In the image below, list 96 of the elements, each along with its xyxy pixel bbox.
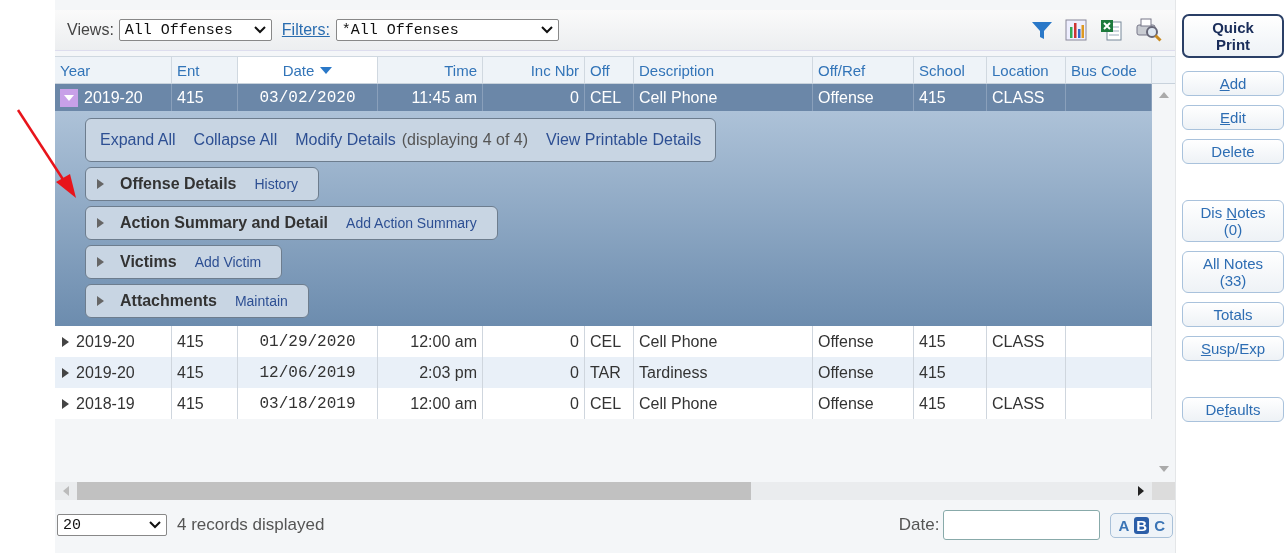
table-cell: Offense — [818, 363, 874, 382]
table-cell: 2018-19 — [76, 394, 135, 413]
date-label: Date: — [898, 515, 940, 535]
table-cell: 415 — [919, 88, 946, 107]
side-button[interactable]: Dis Notes (0) — [1182, 200, 1284, 242]
table-cell: 415 — [177, 88, 204, 107]
table-cell: Cell Phone — [639, 394, 718, 413]
table-cell: 0 — [570, 394, 579, 413]
table-cell: Offense — [818, 332, 874, 351]
page-size-dropdown[interactable]: 20 — [57, 514, 167, 536]
table-cell: 11:45 am — [411, 88, 477, 107]
chevron-down-icon — [540, 26, 553, 34]
side-button[interactable]: Add — [1182, 71, 1284, 96]
table-cell: 0 — [570, 88, 579, 107]
expand-icon — [96, 178, 106, 190]
table-cell: 03/02/2020 — [259, 88, 356, 107]
table-cell: CLASS — [992, 394, 1045, 413]
scroll-right-icon[interactable] — [1138, 486, 1144, 496]
expand-icon — [96, 256, 106, 268]
expand-icon[interactable] — [60, 397, 70, 410]
details-link[interactable]: Modify Details — [295, 131, 396, 149]
filter-icon[interactable] — [1031, 19, 1053, 41]
table-row[interactable]: 2019-20 415 03/02/2020 11:45 am 0 CEL Cell Phone Offense 415 CLASS — [55, 84, 1152, 111]
section-action-link[interactable]: History — [254, 176, 299, 192]
details-link[interactable]: Expand All — [100, 131, 176, 149]
date-field[interactable] — [943, 510, 1101, 540]
expand-icon — [96, 295, 106, 307]
table-cell: Offense — [818, 394, 874, 413]
table-cell: 415 — [919, 394, 946, 413]
table-cell: CLASS — [992, 88, 1045, 107]
table-cell: CEL — [590, 88, 622, 107]
table-cell: 0 — [570, 363, 579, 382]
expand-icon — [96, 217, 106, 229]
table-row[interactable]: 2019-20 415 01/29/2020 12:00 am 0 CEL Cell Phone Offense 415 CLASS — [55, 326, 1152, 357]
views-dropdown[interactable]: All Offenses — [118, 19, 272, 41]
print-preview-icon[interactable] — [1135, 17, 1163, 43]
table-cell: Offense — [818, 88, 874, 107]
table-cell: CLASS — [992, 332, 1045, 351]
filters-dropdown[interactable]: *All Offenses — [335, 19, 559, 41]
details-section[interactable]: Victims Add Victim — [85, 245, 283, 279]
table-cell: 415 — [177, 332, 204, 351]
table-cell: 12:00 am — [410, 394, 477, 413]
chevron-down-icon — [149, 521, 161, 529]
views-label: Views: — [67, 21, 114, 39]
side-button[interactable]: Defaults — [1182, 397, 1284, 422]
scrollbar-thumb[interactable] — [77, 482, 751, 500]
details-section[interactable]: Offense Details History — [85, 167, 320, 201]
horizontal-scrollbar[interactable] — [55, 482, 1152, 500]
section-action-link[interactable]: Add Victim — [194, 254, 262, 270]
details-section[interactable]: Attachments Maintain — [85, 284, 309, 318]
table-cell: 415 — [919, 332, 946, 351]
table-cell: 01/29/2020 — [259, 332, 356, 351]
table-cell: TAR — [590, 363, 621, 382]
filters-link[interactable]: Filters: — [281, 21, 330, 39]
records-count: 4 records displayed — [177, 515, 325, 535]
table-cell: Tardiness — [639, 363, 708, 382]
sort-descending-icon — [320, 66, 333, 74]
letter-option[interactable]: C — [1152, 516, 1167, 534]
details-section[interactable]: Action Summary and Detail Add Action Summary — [85, 206, 498, 240]
section-action-link[interactable]: Maintain — [234, 293, 288, 309]
table-cell: Cell Phone — [639, 88, 718, 107]
table-cell: 12/06/2019 — [259, 363, 356, 382]
table-row[interactable]: 2019-20 415 12/06/2019 2:03 pm 0 TAR Tardiness Offense 415 — [55, 357, 1152, 388]
table-cell: 415 — [177, 394, 204, 413]
side-button[interactable]: Delete — [1182, 139, 1284, 164]
table-cell: 03/18/2019 — [259, 394, 356, 413]
column-header[interactable]: Date — [238, 57, 378, 84]
side-button[interactable]: Quick Print — [1182, 14, 1284, 58]
details-link[interactable]: Collapse All — [193, 131, 278, 149]
section-action-link[interactable]: Add Action Summary — [346, 215, 477, 231]
table-cell: 415 — [919, 363, 946, 382]
side-button[interactable]: Totals — [1182, 302, 1284, 327]
letter-option[interactable]: B — [1134, 516, 1150, 534]
table-cell: 0 — [570, 332, 579, 351]
table-cell: 2019-20 — [84, 88, 143, 107]
table-cell: 2019-20 — [76, 332, 135, 351]
bar-chart-icon[interactable] — [1065, 19, 1087, 41]
table-cell: 2:03 pm — [419, 363, 477, 382]
expand-icon[interactable] — [60, 366, 70, 379]
table-row[interactable]: 2018-19 415 03/18/2019 12:00 am 0 CEL Cell Phone Offense 415 CLASS — [55, 388, 1152, 419]
side-button[interactable]: Edit — [1182, 105, 1284, 130]
side-button[interactable]: All Notes (33) — [1182, 251, 1284, 293]
details-count: (displaying 4 of 4) — [401, 131, 528, 149]
side-button[interactable]: Susp/Exp — [1182, 336, 1284, 361]
table-cell: 415 — [177, 363, 204, 382]
table-cell: Cell Phone — [639, 332, 718, 351]
expand-icon[interactable] — [60, 335, 70, 348]
table-cell: CEL — [590, 332, 622, 351]
table-cell: 2019-20 — [76, 363, 135, 382]
chevron-down-icon — [253, 26, 266, 34]
collapse-icon[interactable] — [60, 88, 78, 107]
letter-option[interactable]: A — [1116, 516, 1132, 534]
spreadsheet-icon[interactable] — [1099, 18, 1123, 42]
details-link[interactable]: View Printable Details — [546, 131, 702, 149]
table-cell: 12:00 am — [410, 332, 477, 351]
table-cell: CEL — [590, 394, 622, 413]
